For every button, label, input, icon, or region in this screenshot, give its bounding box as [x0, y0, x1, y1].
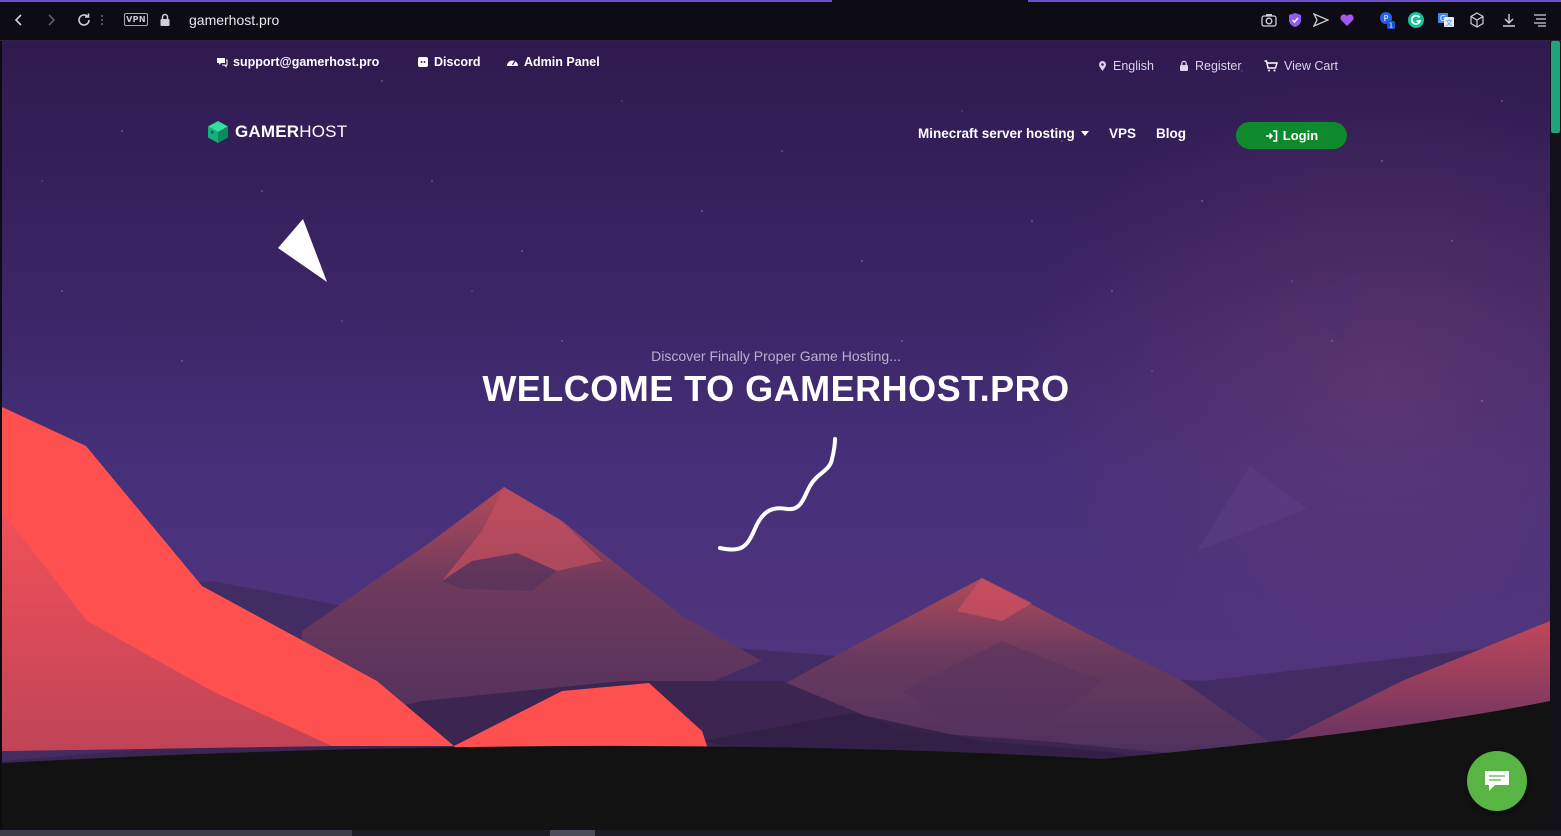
register-link[interactable]: Register: [1179, 59, 1242, 73]
hero-subtitle: Discover Finally Proper Game Hosting...: [651, 348, 901, 364]
camera-icon[interactable]: [1260, 11, 1278, 29]
address-bar-url[interactable]: gamerhost.pro: [189, 12, 279, 28]
login-label: Login: [1282, 128, 1319, 143]
page-viewport: support@gamerhost.pro Discord Admin Pane…: [2, 41, 1550, 830]
extension-badge-count: 1: [1389, 22, 1393, 30]
site-logo[interactable]: GAMER HOST: [207, 120, 347, 144]
mountain-illustration: [2, 219, 1550, 830]
scrollbar-thumb[interactable]: [1551, 41, 1560, 133]
lock-icon: [1180, 60, 1188, 71]
register-label: Register: [1195, 59, 1242, 73]
send-icon[interactable]: [1312, 11, 1330, 29]
nav-minecraft-hosting[interactable]: Minecraft server hosting: [918, 126, 1089, 141]
active-tab-indicator: [0, 0, 832, 2]
page-scrollbar[interactable]: [1550, 41, 1561, 830]
vpn-icon[interactable]: VPN: [124, 13, 148, 26]
lock-icon[interactable]: [155, 10, 175, 30]
sign-in-icon: [1265, 129, 1278, 142]
nav-vps-label: VPS: [1109, 126, 1137, 141]
nav-minecraft-hosting-label: Minecraft server hosting: [918, 126, 1075, 141]
download-icon[interactable]: [1500, 11, 1518, 29]
decorative-squiggle: [718, 437, 837, 552]
decorative-triangle: [278, 219, 327, 282]
logo-text-host: HOST: [299, 122, 348, 141]
caret-down-icon: [1080, 131, 1089, 136]
grammarly-icon[interactable]: [1407, 11, 1425, 29]
translate-icon[interactable]: G文: [1437, 11, 1455, 29]
browser-bottom-edge: [0, 830, 1561, 836]
support-email-text: support@gamerhost.pro: [233, 55, 380, 69]
language-selector[interactable]: English: [1098, 59, 1154, 73]
forward-icon[interactable]: [41, 10, 61, 30]
cart-icon: [1264, 60, 1278, 72]
reload-icon[interactable]: [74, 10, 94, 30]
browser-toolbar: VPN gamerhost.pro P1 G文: [0, 0, 1561, 41]
menu-icon[interactable]: [1531, 11, 1549, 29]
discord-icon: [418, 57, 428, 67]
hero-title: WELCOME TO GAMERHOST.PRO: [482, 368, 1070, 409]
discord-label: Discord: [434, 55, 481, 69]
more-icon[interactable]: [97, 10, 107, 30]
admin-panel-link[interactable]: Admin Panel: [506, 55, 600, 69]
admin-panel-label: Admin Panel: [524, 55, 600, 69]
extension-icon[interactable]: P1: [1378, 11, 1396, 29]
logo-cube-icon: [208, 121, 228, 143]
support-email-link[interactable]: support@gamerhost.pro: [216, 55, 379, 69]
view-cart-label: View Cart: [1284, 59, 1338, 73]
nav-blog[interactable]: Blog: [1156, 126, 1186, 141]
back-icon[interactable]: [9, 10, 29, 30]
discord-link[interactable]: Discord: [417, 55, 481, 69]
cube-icon[interactable]: [1468, 11, 1486, 29]
svg-text:文: 文: [1446, 18, 1453, 27]
nav-vps[interactable]: VPS: [1109, 126, 1136, 141]
chat-bubble-icon: [1485, 771, 1509, 791]
shield-icon[interactable]: [1286, 11, 1304, 29]
login-button[interactable]: Login: [1236, 122, 1347, 149]
logo-text-gamer: GAMER: [235, 122, 300, 141]
map-pin-icon: [1099, 61, 1106, 71]
heart-icon[interactable]: [1338, 11, 1356, 29]
view-cart-link[interactable]: View Cart: [1264, 59, 1338, 73]
nav-blog-label: Blog: [1156, 126, 1186, 141]
chat-icon: [217, 58, 228, 68]
live-chat-button[interactable]: [1467, 751, 1527, 811]
language-label: English: [1113, 59, 1154, 73]
dashboard-icon: [507, 60, 518, 66]
tab-indicator: [1028, 0, 1561, 2]
